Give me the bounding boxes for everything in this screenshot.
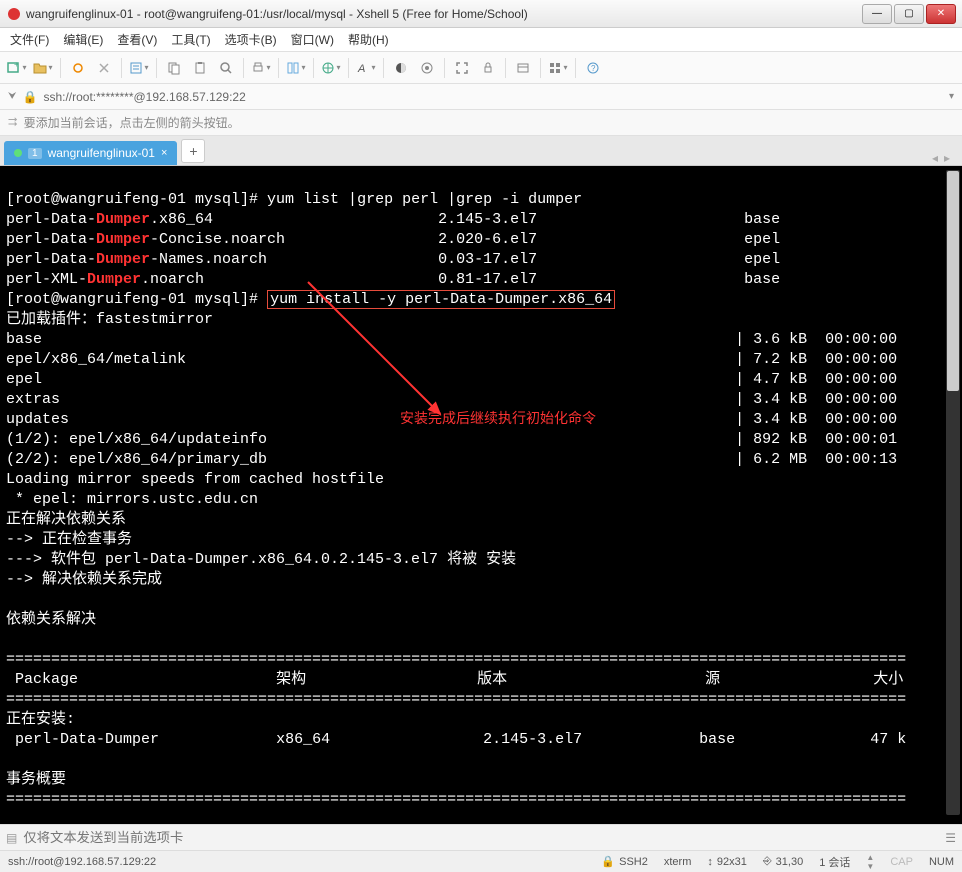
svg-text:?: ? [591,64,596,73]
annotation-text: 安装完成后继续执行初始化命令 [400,410,596,430]
menu-view[interactable]: 查看(V) [117,31,157,48]
menu-window[interactable]: 窗口(W) [291,31,334,48]
connection-status-icon [14,149,22,157]
menu-file[interactable]: 文件(F) [10,31,49,48]
svg-text:+: + [14,61,19,69]
menu-help[interactable]: 帮助(H) [348,31,389,48]
send-menu-icon[interactable]: ☰ [945,831,956,845]
close-button[interactable]: ✕ [926,4,956,24]
send-bar: ▤ ☰ [0,824,962,850]
menu-tools[interactable]: 工具(T) [171,31,210,48]
tunneling-button[interactable] [416,57,438,79]
font-button[interactable]: A [355,57,377,79]
highlighted-command: yum install -y perl-Data-Dumper.x86_64 [267,290,615,309]
status-sessions: 1 会话 [819,854,850,870]
status-size: 92x31 [717,856,747,868]
copy-button[interactable] [163,57,185,79]
window-titlebar: wangruifenglinux-01 - root@wangruifeng-0… [0,0,962,28]
tab-close-icon[interactable]: × [161,147,167,159]
properties-button[interactable] [128,57,150,79]
add-tab-button[interactable]: + [181,139,205,163]
menu-edit[interactable]: 编辑(E) [63,31,103,48]
status-num: NUM [929,856,954,868]
tab-bar: 1 wangruifenglinux-01 × + ◂ ▸ [0,136,962,166]
view-mode-button[interactable] [547,57,569,79]
address-text[interactable]: ssh://root:********@192.168.57.129:22 [43,90,943,104]
paste-button[interactable] [189,57,211,79]
status-connection: ssh://root@192.168.57.129:22 [8,856,585,868]
status-ssh: SSH2 [619,856,648,868]
svg-text:A: A [357,63,365,75]
help-button[interactable]: ? [582,57,604,79]
scrollbar-thumb[interactable] [947,171,959,391]
status-bar: ssh://root@192.168.57.129:22 🔒 SSH2 xterm… [0,850,962,872]
status-pos: 31,30 [776,856,804,868]
hint-arrow-icon[interactable]: ⮆ [8,115,18,130]
find-button[interactable] [215,57,237,79]
address-dropdown-icon[interactable]: ⮟ [8,91,17,102]
layout-button[interactable] [285,57,307,79]
menubar: 文件(F) 编辑(E) 查看(V) 工具(T) 选项卡(B) 窗口(W) 帮助(… [0,28,962,52]
terminal[interactable]: [root@wangruifeng-01 mysql]# yum list |g… [0,166,962,824]
tab-nav-right-icon[interactable]: ▸ [944,151,950,165]
tab-index: 1 [28,148,42,159]
status-term: xterm [664,856,692,868]
fullscreen-button[interactable] [451,57,473,79]
hint-bar: ⮆ 要添加当前会话，点击左侧的箭头按钮。 [0,110,962,136]
new-session-button[interactable]: + [6,57,28,79]
encoding-button[interactable] [320,57,342,79]
toolbar: + A ? [0,52,962,84]
minimize-button[interactable]: — [862,4,892,24]
address-history-icon[interactable]: ▾ [949,91,954,102]
disconnect-button[interactable] [93,57,115,79]
tab-name: wangruifenglinux-01 [48,146,155,160]
reconnect-button[interactable] [67,57,89,79]
app-icon [6,6,22,22]
lock-icon: 🔒 [23,90,38,104]
maximize-button[interactable]: ▢ [894,4,924,24]
send-icon[interactable]: ▤ [6,831,17,845]
lock-button[interactable] [477,57,499,79]
open-button[interactable] [32,57,54,79]
compose-button[interactable] [512,57,534,79]
session-updown-icon[interactable]: ▲▼ [866,853,874,871]
status-cap: CAP [890,856,913,868]
color-scheme-button[interactable] [390,57,412,79]
session-tab[interactable]: 1 wangruifenglinux-01 × [4,141,177,165]
tab-nav-left-icon[interactable]: ◂ [932,151,938,165]
hint-text: 要添加当前会话，点击左侧的箭头按钮。 [24,114,240,131]
print-button[interactable] [250,57,272,79]
ssh-icon: 🔒 [601,855,615,868]
window-title: wangruifenglinux-01 - root@wangruifeng-0… [26,7,860,21]
send-input[interactable] [23,830,939,845]
terminal-scrollbar[interactable] [946,170,960,815]
menu-tabs[interactable]: 选项卡(B) [225,31,277,48]
address-bar: ⮟ 🔒 ssh://root:********@192.168.57.129:2… [0,84,962,110]
